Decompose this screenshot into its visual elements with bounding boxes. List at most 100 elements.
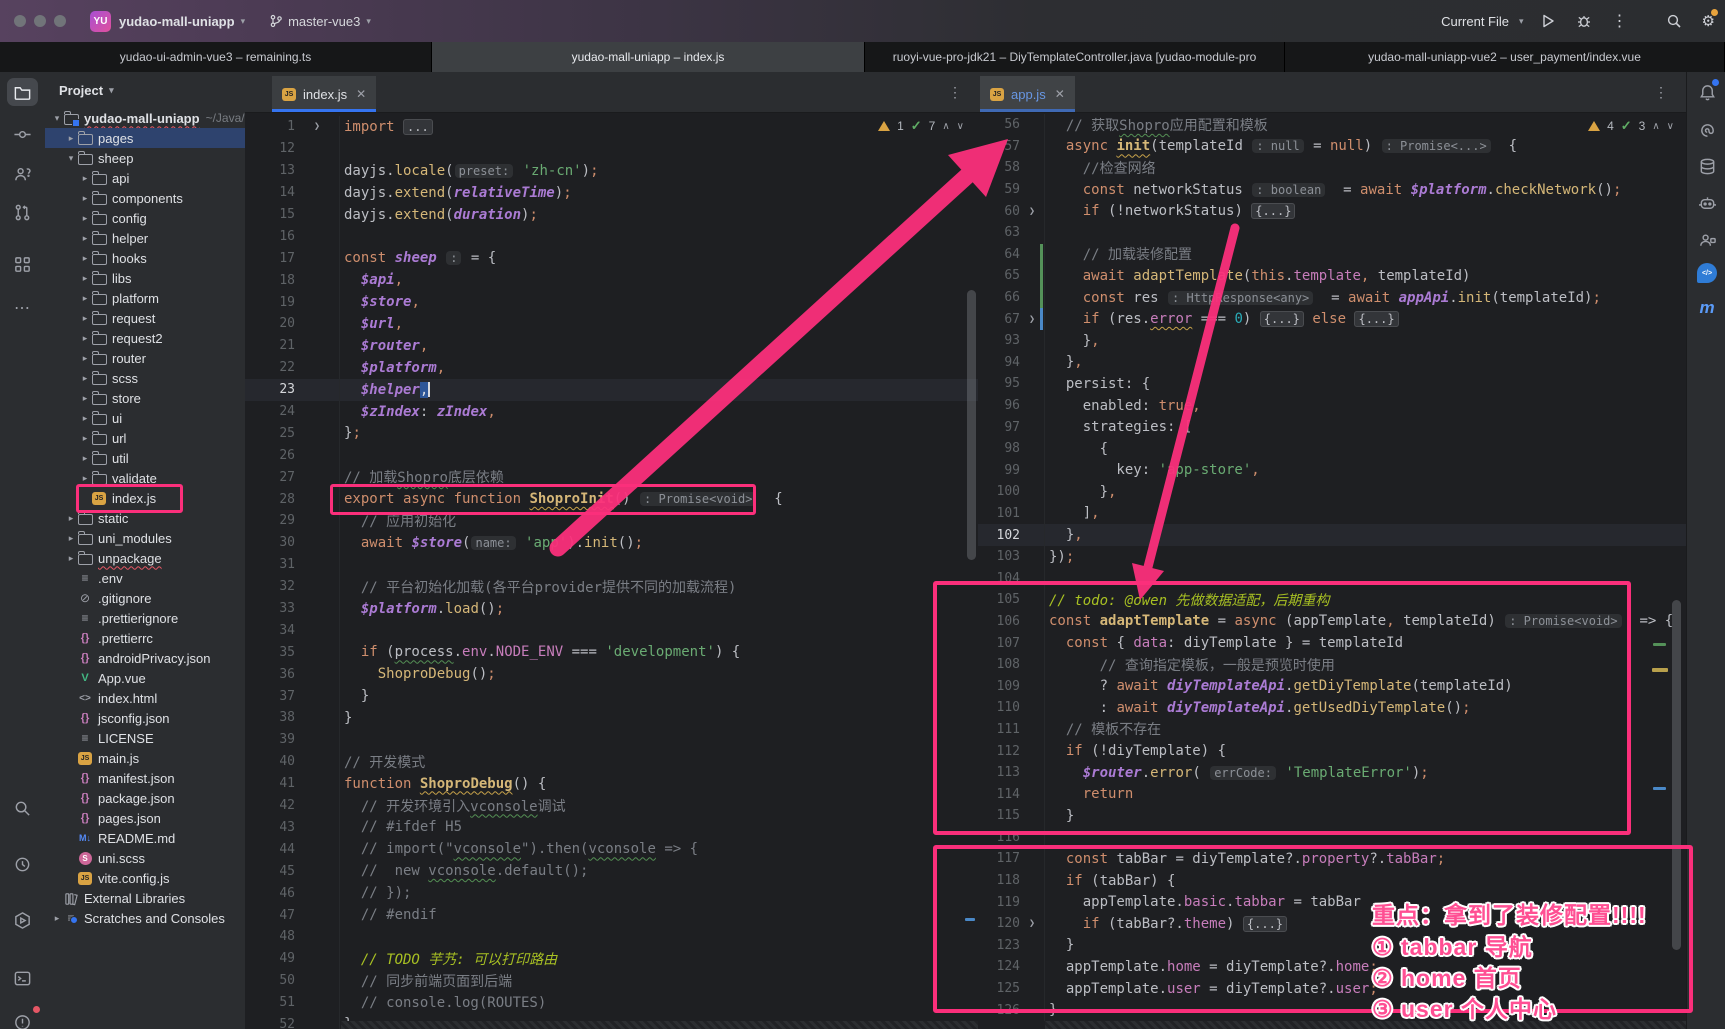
run-icon[interactable] (7, 906, 38, 934)
code-line[interactable]: 118 if (tabBar) { (978, 870, 1686, 892)
code-line[interactable]: 1❯import ... (245, 116, 978, 138)
window-tab[interactable]: ruoyi-vue-pro-jdk21 – DiyTemplateControl… (865, 42, 1285, 72)
code-line[interactable]: 27// 加载Shopro底层依赖 (245, 466, 978, 488)
tab-options-kebab[interactable]: ⋮ (1654, 84, 1668, 101)
codewithme-person-icon[interactable] (1695, 228, 1719, 252)
code-line[interactable]: 48 (245, 926, 978, 948)
settings-gear-icon[interactable]: ⚙ (1702, 12, 1715, 30)
code-line[interactable]: 104 (978, 567, 1686, 589)
tree-item-jsconfig-json[interactable]: {}jsconfig.json (45, 708, 245, 728)
code-line[interactable]: 13dayjs.locale(preset: 'zh-cn'); (245, 160, 978, 182)
stripe-ok-mark[interactable] (1653, 643, 1666, 646)
pull-requests-icon[interactable] (7, 198, 38, 226)
stripe-change-mark[interactable] (965, 918, 975, 921)
tree-chevron-icon[interactable]: ▸ (79, 313, 91, 324)
tree-chevron-icon[interactable]: ▸ (79, 373, 91, 384)
tree-chevron-icon[interactable]: ▸ (79, 353, 91, 364)
tree-chevron-icon[interactable]: ▸ (79, 173, 91, 184)
code-line[interactable]: 59 const networkStatus : boolean = await… (978, 179, 1686, 201)
code-line[interactable]: 20 $url, (245, 313, 978, 335)
project-folder-icon[interactable] (7, 78, 38, 106)
tab-index-js[interactable]: JS index.js ✕ (272, 76, 376, 112)
tree-item-uni-scss[interactable]: Suni.scss (45, 848, 245, 868)
code-line[interactable]: 57 async init(templateId : null = null) … (978, 136, 1686, 158)
code-line[interactable]: 107 const { data: diyTemplate } = templa… (978, 632, 1686, 654)
tree-chevron-icon[interactable]: ▸ (79, 393, 91, 404)
project-selector[interactable]: yudao-mall-uniapp (119, 14, 235, 29)
prev-problem-icon[interactable]: ∧ (1652, 121, 1659, 132)
code-line[interactable]: 110 : await diyTemplateApi.getUsedDiyTem… (978, 697, 1686, 719)
code-line[interactable]: 26 (245, 444, 978, 466)
code-line[interactable]: 21 $router, (245, 335, 978, 357)
code-line[interactable]: 97 strategies: [ (978, 416, 1686, 438)
code-line[interactable]: 46 // }); (245, 882, 978, 904)
tree-item-platform[interactable]: ▸platform (45, 288, 245, 308)
ai-assistant-icon[interactable] (1695, 118, 1719, 142)
tree-item-hooks[interactable]: ▸hooks (45, 248, 245, 268)
tree-chevron-icon[interactable]: ▸ (79, 293, 91, 304)
code-line[interactable]: 41function ShoproDebug() { (245, 773, 978, 795)
code-line[interactable]: 18 $api, (245, 269, 978, 291)
window-controls[interactable] (14, 15, 66, 27)
code-line[interactable]: 105// todo: @owen 先做数据适配，后期重构 (978, 589, 1686, 611)
tree-item-license[interactable]: ≡LICENSE (45, 728, 245, 748)
code-line[interactable]: 58 //检查网络 (978, 157, 1686, 179)
code-line[interactable]: 111 // 模板不存在 (978, 719, 1686, 741)
code-line[interactable]: 63 (978, 222, 1686, 244)
tree-chevron-icon[interactable]: ▸ (79, 413, 91, 424)
tree-chevron-icon[interactable]: ▸ (79, 213, 91, 224)
code-line[interactable]: 16 (245, 225, 978, 247)
notifications-bell-icon[interactable] (1695, 80, 1719, 104)
tree-item-app-vue[interactable]: VApp.vue (45, 668, 245, 688)
code-line[interactable]: 103}); (978, 546, 1686, 568)
m-plugin-icon[interactable]: m (1695, 296, 1719, 320)
tree-item-androidprivacy-json[interactable]: {}androidPrivacy.json (45, 648, 245, 668)
code-line[interactable]: 43 // #ifdef H5 (245, 817, 978, 839)
tree-item-ui[interactable]: ▸ui (45, 408, 245, 428)
tree-item-main-js[interactable]: JSmain.js (45, 748, 245, 768)
fold-marker-icon[interactable]: ❯ (295, 116, 340, 138)
code-line[interactable]: 66 const res : HttpResponse<any> = await… (978, 287, 1686, 309)
code-line[interactable]: 35 if (process.env.NODE_ENV === 'develop… (245, 641, 978, 663)
code-line[interactable]: 94 }, (978, 352, 1686, 374)
tree-item-config[interactable]: ▸config (45, 208, 245, 228)
fold-marker-icon[interactable]: ❯ (1020, 913, 1045, 935)
tree-chevron-icon[interactable]: ▾ (65, 153, 77, 164)
tree-chevron-icon[interactable]: ▸ (65, 513, 77, 524)
tree-item-manifest-json[interactable]: {}manifest.json (45, 768, 245, 788)
code-line[interactable]: 106const adaptTemplate = async (appTempl… (978, 611, 1686, 633)
maximize-window-icon[interactable] (54, 15, 66, 27)
code-line[interactable]: 60❯ if (!networkStatus) {...} (978, 200, 1686, 222)
code-line[interactable]: 12 (245, 138, 978, 160)
code-line[interactable]: 19 $store, (245, 291, 978, 313)
tree-chevron-icon[interactable]: ▸ (65, 133, 77, 144)
code-line[interactable]: 31 (245, 554, 978, 576)
code-line[interactable]: 36 ShoproDebug(); (245, 663, 978, 685)
tree-chevron-icon[interactable]: ▸ (79, 333, 91, 344)
code-line[interactable]: 95 persist: { (978, 373, 1686, 395)
tree-item-scss[interactable]: ▸scss (45, 368, 245, 388)
code-line[interactable]: 32 // 平台初始化加载(各平台provider提供不同的加载流程) (245, 576, 978, 598)
branch-selector[interactable]: master-vue3 ▾ (269, 14, 377, 29)
tree-item-yudao-mall-uniapp[interactable]: ▾yudao-mall-uniapp~/Java/yud (45, 108, 245, 128)
tree-chevron-icon[interactable]: ▸ (79, 273, 91, 284)
more-actions-kebab[interactable]: ⋮ (1612, 11, 1628, 31)
code-line[interactable]: 51 // console.log(ROUTES) (245, 992, 978, 1014)
tree-item-uni-modules[interactable]: ▸uni_modules (45, 528, 245, 548)
tree-chevron-icon[interactable]: ▸ (79, 193, 91, 204)
code-line[interactable]: 23 $helper, (245, 379, 978, 401)
horizontal-scrollbar[interactable] (1045, 1021, 1686, 1029)
tree-item-helper[interactable]: ▸helper (45, 228, 245, 248)
more-icon[interactable]: ⋯ (7, 294, 38, 322)
tree-item--gitignore[interactable]: ⊘.gitignore (45, 588, 245, 608)
tree-chevron-icon[interactable]: ▸ (51, 913, 63, 924)
learn-icon[interactable] (7, 160, 38, 188)
code-line[interactable]: 29 // 应用初始化 (245, 510, 978, 532)
code-line[interactable]: 115 } (978, 805, 1686, 827)
history-icon[interactable] (7, 850, 38, 878)
code-line[interactable]: 67❯ if (res.error === 0) {...} else {...… (978, 308, 1686, 330)
fold-marker-icon[interactable]: ❯ (1020, 200, 1045, 222)
tree-item-vite-config-js[interactable]: JSvite.config.js (45, 868, 245, 888)
code-line[interactable]: 24 $zIndex: zIndex, (245, 401, 978, 423)
close-icon[interactable]: ✕ (356, 87, 366, 101)
